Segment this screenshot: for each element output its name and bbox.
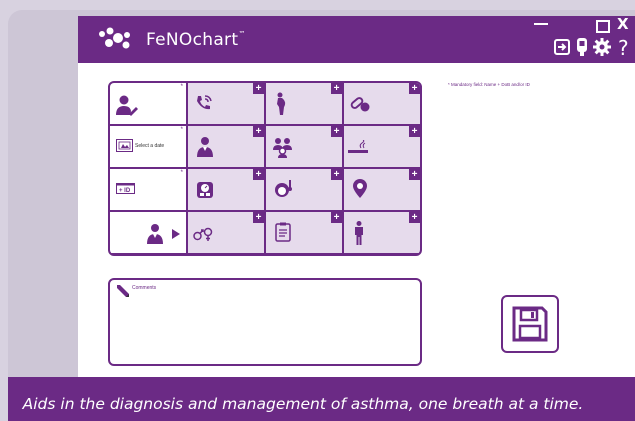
- clipboard-cell[interactable]: +: [266, 212, 342, 253]
- gender-cell[interactable]: +: [188, 212, 264, 253]
- standing-person-icon: [355, 221, 363, 245]
- pencil-icon: [117, 285, 129, 297]
- family-icon: [273, 138, 292, 158]
- select-date-label: Select a date: [135, 143, 165, 149]
- add-button[interactable]: +: [409, 83, 420, 94]
- logo-icon: [99, 27, 130, 49]
- minimize-icon[interactable]: [533, 17, 549, 27]
- app-window: FeNOchart™ X ? * + + + * Select a date +…: [78, 15, 635, 421]
- physician-cell[interactable]: +: [188, 126, 264, 167]
- medication-cell[interactable]: +: [344, 83, 420, 124]
- user-edit-icon: [116, 95, 138, 116]
- app-name: FeNOchart™: [146, 30, 246, 50]
- add-button[interactable]: +: [409, 126, 420, 137]
- pregnant-icon: [277, 92, 286, 115]
- temperature-cell[interactable]: +: [266, 169, 342, 210]
- add-button[interactable]: +: [331, 212, 342, 223]
- add-button[interactable]: +: [253, 126, 264, 137]
- gear-icon[interactable]: [593, 38, 611, 56]
- patient-name-cell[interactable]: *: [110, 83, 186, 124]
- comments-label: Comments: [132, 285, 157, 291]
- pills-icon: [350, 97, 370, 112]
- thermometer-head-icon: [275, 180, 292, 197]
- add-button[interactable]: +: [253, 83, 264, 94]
- gender-icon: [193, 227, 213, 241]
- id-card-icon: + ID: [116, 183, 135, 194]
- family-cell[interactable]: +: [266, 126, 342, 167]
- required-marker: *: [180, 170, 183, 176]
- floppy-disk-icon: [512, 306, 548, 342]
- comments-box[interactable]: Comments: [108, 278, 422, 366]
- date-cell[interactable]: * Select a date: [110, 126, 186, 167]
- save-button[interactable]: [501, 295, 559, 353]
- device-icon[interactable]: [576, 37, 588, 57]
- patient-info-grid: * + + + * Select a date + + + * + ID + +…: [108, 81, 422, 256]
- patient-id-cell[interactable]: * + ID: [110, 169, 186, 210]
- tagline: Aids in the diagnosis and management of …: [22, 395, 584, 413]
- location-cell[interactable]: +: [344, 169, 420, 210]
- scale-icon: [197, 182, 213, 198]
- add-button[interactable]: +: [331, 126, 342, 137]
- add-button[interactable]: +: [331, 83, 342, 94]
- height-cell[interactable]: +: [344, 212, 420, 253]
- required-marker: *: [180, 127, 183, 133]
- exit-icon[interactable]: [554, 39, 570, 55]
- help-button[interactable]: ?: [618, 36, 629, 60]
- close-button[interactable]: X: [617, 15, 629, 33]
- footer-banner: Aids in the diagnosis and management of …: [8, 377, 635, 421]
- clipboard-icon: [275, 222, 291, 242]
- title-bar: FeNOchart™ X ?: [78, 15, 635, 63]
- smoking-icon: [348, 140, 368, 153]
- add-button[interactable]: +: [409, 169, 420, 180]
- phone-cell[interactable]: +: [188, 83, 264, 124]
- mandatory-note: * Mandatory field: Name + DoB and/or ID: [448, 82, 530, 87]
- svg-text:+ ID: + ID: [119, 188, 131, 194]
- add-button[interactable]: +: [253, 169, 264, 180]
- play-arrow-icon[interactable]: [172, 229, 180, 239]
- pregnancy-cell[interactable]: +: [266, 83, 342, 124]
- doctor-icon: [197, 137, 213, 157]
- required-marker: *: [180, 84, 183, 90]
- location-pin-icon: [353, 179, 367, 198]
- calendar-icon: [116, 139, 133, 152]
- maximize-icon[interactable]: [596, 20, 610, 33]
- add-button[interactable]: +: [409, 212, 420, 223]
- doctor-select-icon: [147, 224, 163, 244]
- smoking-cell[interactable]: +: [344, 126, 420, 167]
- physician-select-cell[interactable]: [110, 212, 186, 253]
- add-button[interactable]: +: [253, 212, 264, 223]
- weight-cell[interactable]: +: [188, 169, 264, 210]
- phone-icon: [197, 95, 212, 110]
- add-button[interactable]: +: [331, 169, 342, 180]
